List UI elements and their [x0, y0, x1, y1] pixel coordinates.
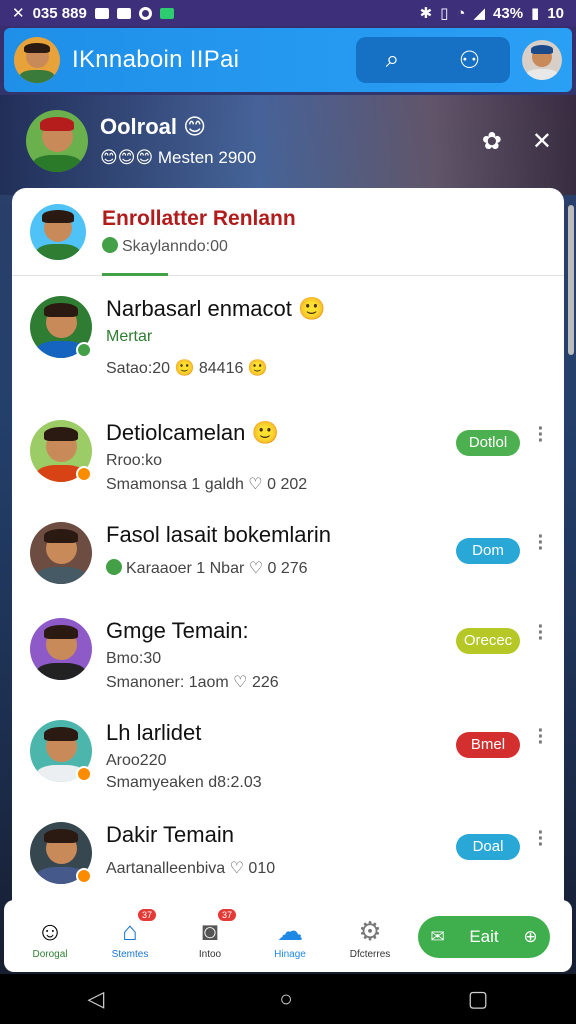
app-bar-actions: ⌕ ⚇ [356, 37, 510, 83]
nav-label: Dfcterres [349, 948, 391, 960]
add-icon: ⊕ [523, 927, 538, 946]
profile-avatar[interactable] [14, 37, 60, 83]
nav-item-camera[interactable]: ◙ 37 Intoo [170, 908, 250, 960]
status-bar: ✕ 035 889 ✱ ▯ ◔ ◢ 43% ▮ 10 [0, 0, 576, 26]
close-icon[interactable]: ✕ [532, 127, 552, 156]
contact-detail: Satao:20 🙂 84416 🙂 [106, 360, 268, 377]
system-nav: ◁ ○ ▢ [0, 974, 576, 1024]
more-icon[interactable]: · · · [536, 527, 546, 559]
nav-item-home[interactable]: ⌂ 37 Stemtes [90, 908, 170, 960]
send-icon: ✉ [430, 927, 445, 946]
app-title: IKnnaboin IIPai [72, 46, 240, 73]
active-chat-title: Enrollatter Renlann [102, 207, 296, 230]
status-left-text: 035 889 [32, 4, 87, 22]
chat-header: Oolroal 😊 😊😊😊 Mesten 2900 ✿ ✕ [26, 106, 556, 176]
compose-label: Eait [469, 927, 499, 946]
status-badge [76, 868, 92, 884]
bottom-nav: ☺ Dorogal ⌂ 37 Stemtes ◙ 37 Intoo ☁ Hina… [4, 900, 572, 972]
contact-status: Mertar [106, 328, 153, 345]
active-chat-sub: Skaylanndo:00 [122, 238, 228, 255]
list-item[interactable]: Fasol lasait bokemlarin Karaaoer 1 Nbar … [12, 522, 564, 622]
signal-icon: ◢ [473, 5, 486, 22]
add-person-icon[interactable]: ⚇ [459, 46, 481, 75]
battery-icon: ▮ [531, 5, 540, 22]
contact-name: Narbasarl enmacot 🙂 [106, 296, 326, 321]
status-badge [76, 766, 92, 782]
nav-label: Hinage [274, 948, 306, 960]
nav-label: Dorogal [32, 948, 68, 960]
image-icon [116, 7, 131, 19]
group-name: Oolroal 😊 [100, 114, 207, 139]
avatar [30, 618, 92, 680]
active-chat-row[interactable]: Enrollatter Renlann Skaylanndo:00 [12, 188, 564, 276]
more-icon[interactable]: · · · [536, 419, 546, 451]
status-chip[interactable]: Orecec [456, 628, 520, 654]
nav-label: Intoo [198, 948, 222, 960]
contact-status: Karaaoer 1 Nbar ♡ 0 276 [126, 560, 308, 577]
search-icon[interactable]: ⌕ [386, 46, 399, 74]
vibrate-icon: ▯ [440, 5, 449, 22]
call-icon [106, 559, 122, 575]
nav-item-profile[interactable]: ☺ Dorogal [10, 913, 90, 960]
home-icon: ⌂ [122, 915, 138, 946]
contact-status: Aartanalleenbiva ♡ 010 [106, 860, 276, 877]
account-avatar[interactable] [522, 40, 562, 80]
status-chip[interactable]: Dotlol [456, 430, 520, 456]
count-badge: 37 [138, 908, 157, 921]
list-item[interactable]: Gmge Temain: Bmo:30 Smanoner: 1aom ♡ 226… [12, 617, 564, 718]
status-chip[interactable]: Dom [456, 538, 520, 564]
count-badge: 37 [218, 908, 237, 921]
status-badge [76, 466, 92, 482]
camera-icon: ◙ [202, 915, 218, 946]
more-icon[interactable]: · · · [536, 617, 546, 649]
battery-text: 43% [493, 4, 524, 22]
list-item[interactable]: Narbasarl enmacot 🙂 Mertar Satao:20 🙂 84… [12, 296, 564, 396]
recents-icon[interactable]: ▢ [468, 986, 489, 1012]
group-subtitle: 😊😊😊 Mesten 2900 [100, 148, 257, 167]
contacts-card: Enrollatter Renlann Skaylanndo:00 Narbas… [12, 188, 564, 958]
chat-icon: ☁ [277, 915, 303, 946]
online-icon [102, 237, 118, 253]
wifi-icon: ◔ [456, 4, 466, 22]
pin-icon[interactable]: ✿ [482, 127, 502, 156]
app-icon [159, 7, 174, 19]
compose-button[interactable]: ✉ Eait ⊕ [418, 916, 550, 958]
group-avatar[interactable] [26, 110, 88, 172]
avatar [30, 203, 86, 260]
avatar [30, 522, 92, 584]
clock-text: 10 [547, 4, 564, 22]
bluetooth-icon: ✱ [419, 5, 433, 22]
status-chip[interactable]: Doal [456, 834, 520, 860]
contact-detail: Smanoner: 1aom ♡ 226 [106, 674, 279, 691]
list-item[interactable]: Detiolcamelan 🙂 Rroo:ko Smamonsa 1 galdh… [12, 419, 564, 520]
contact-detail: Smamonsa 1 galdh ♡ 0 202 [106, 476, 308, 493]
more-icon[interactable]: · · · [536, 721, 546, 753]
list-item[interactable]: Lh larlidet Aroo220 Smamyeaken d8:2.03 B… [12, 720, 564, 820]
mail-icon [94, 7, 109, 19]
home-circle-icon[interactable]: ○ [279, 986, 292, 1012]
profile-icon: ☺ [36, 915, 64, 946]
settings-icon: ⚙ [358, 915, 382, 946]
contact-detail: Smamyeaken d8:2.03 [106, 774, 262, 791]
status-chip[interactable]: Bmel [456, 732, 520, 758]
bird-icon: ✕ [12, 5, 25, 22]
more-icon[interactable]: · · · [536, 823, 546, 855]
nav-item-settings[interactable]: ⚙ Dfcterres [330, 913, 410, 960]
sync-icon [138, 6, 152, 20]
scrollbar[interactable] [568, 205, 574, 355]
app-bar: IKnnaboin IIPai ⌕ ⚇ [4, 28, 572, 92]
back-icon[interactable]: ◁ [87, 986, 104, 1012]
nav-item-chat[interactable]: ☁ Hinage [250, 913, 330, 960]
nav-label: Stemtes [111, 948, 149, 960]
online-badge [76, 342, 92, 358]
